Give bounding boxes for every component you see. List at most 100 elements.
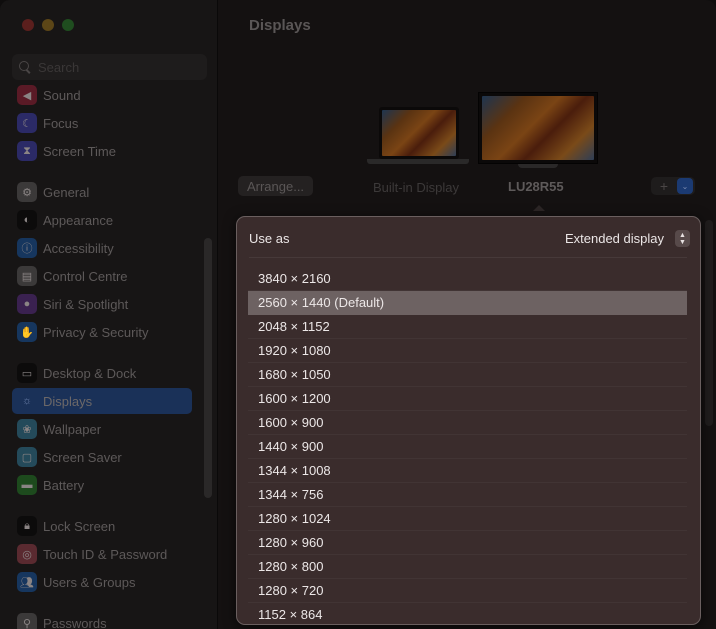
sidebar-item-label: Siri & Spotlight	[43, 296, 129, 312]
use-as-value[interactable]: Extended display	[565, 231, 664, 246]
system-settings-window: ◀ Sound ☾ Focus ⧗ Screen Time ⚙ General ◐ Appeara…	[0, 0, 716, 629]
battery-icon: ▬	[17, 475, 37, 495]
sidebar-item-passwords[interactable]: ⚲ Passwords	[12, 610, 192, 629]
resolution-option[interactable]: 1344 × 1008	[248, 459, 687, 483]
search-icon	[18, 60, 32, 74]
sidebar-item-focus[interactable]: ☾ Focus	[12, 110, 192, 136]
laptop-base	[367, 159, 469, 164]
gear-icon: ⚙	[17, 182, 37, 202]
flower-icon: ❀	[17, 419, 37, 439]
external-display-thumbnail[interactable]	[478, 92, 598, 168]
sidebar-item-touch-id-password[interactable]: ◎ Touch ID & Password	[12, 541, 192, 567]
add-display-button[interactable]: +	[651, 177, 677, 195]
sidebar-item-label: Lock Screen	[43, 518, 116, 534]
sidebar-item-privacy-security[interactable]: ✋ Privacy & Security	[12, 319, 192, 345]
hand-icon: ✋	[17, 322, 37, 342]
sidebar-item-screen-time[interactable]: ⧗ Screen Time	[12, 138, 192, 164]
sidebar-item-users-groups[interactable]: 👥︎ Users & Groups	[12, 569, 192, 595]
accessibility-icon: ⓘ	[17, 238, 37, 258]
monitor-screen	[478, 92, 598, 164]
chevron-down-icon[interactable]: ⌄	[677, 178, 693, 194]
screen-saver-icon: ▢	[17, 447, 37, 467]
sidebar-item-label: Appearance	[43, 212, 114, 228]
sidebar: ◀ Sound ☾ Focus ⧗ Screen Time ⚙ General ◐ Appeara…	[0, 0, 218, 629]
sidebar-item-label: General	[43, 184, 90, 200]
resolution-option[interactable]: 1152 × 864	[248, 603, 687, 624]
key-icon: ⚲	[17, 613, 37, 629]
resolution-list: 3840 × 2160 2560 × 1440 (Default) 2048 × 1…	[248, 267, 687, 624]
monitor-stand	[518, 164, 558, 168]
resolution-option[interactable]: 2560 × 1440 (Default)	[248, 291, 687, 315]
speaker-icon: ◀	[17, 85, 37, 105]
resolution-option[interactable]: 1440 × 900	[248, 435, 687, 459]
add-display-control: + ⌄	[651, 177, 695, 195]
sidebar-item-label: Battery	[43, 477, 85, 493]
built-in-display-label[interactable]: Built-in Display	[373, 180, 459, 195]
sidebar-item-siri-spotlight[interactable]: ● Siri & Spotlight	[12, 291, 192, 317]
sidebar-item-lock-screen[interactable]: 🔒︎ Lock Screen	[12, 513, 192, 539]
sidebar-item-label: Accessibility	[43, 240, 114, 256]
appearance-icon: ◐	[17, 210, 37, 230]
resolution-panel: Use as Extended display ▲ ▼ 3840 × 2160 25…	[236, 216, 701, 625]
lock-icon: 🔒︎	[17, 516, 37, 536]
selection-indicator	[533, 205, 545, 211]
users-icon: 👥︎	[17, 572, 37, 592]
laptop-screen	[379, 107, 459, 159]
resolution-option[interactable]: 1920 × 1080	[248, 339, 687, 363]
sidebar-item-desktop-dock[interactable]: ▭ Desktop & Dock	[12, 360, 192, 386]
sidebar-item-label: Passwords	[43, 615, 107, 629]
sidebar-item-label: Desktop & Dock	[43, 365, 137, 381]
page-title: Displays	[249, 17, 311, 34]
resolution-option[interactable]: 1280 × 1024	[248, 507, 687, 531]
resolution-option[interactable]: 1680 × 1050	[248, 363, 687, 387]
sidebar-item-label: Screen Saver	[43, 449, 122, 465]
sidebar-item-label: Wallpaper	[43, 421, 102, 437]
hourglass-icon: ⧗	[17, 141, 37, 161]
sidebar-item-battery[interactable]: ▬ Battery	[12, 472, 192, 498]
external-display-label[interactable]: LU28R55	[508, 179, 564, 194]
main-content: Displays Arrange... Built-in Display LU2…	[218, 0, 716, 629]
sidebar-item-accessibility[interactable]: ⓘ Accessibility	[12, 235, 192, 261]
search-input[interactable]	[38, 59, 198, 75]
dock-icon: ▭	[17, 363, 37, 383]
resolution-option[interactable]: 1280 × 800	[248, 555, 687, 579]
sidebar-item-label: Screen Time	[43, 143, 116, 159]
resolution-option[interactable]: 1280 × 960	[248, 531, 687, 555]
sidebar-item-general[interactable]: ⚙ General	[12, 179, 192, 205]
sidebar-scrollbar[interactable]	[204, 238, 212, 498]
resolution-option[interactable]: 1344 × 756	[248, 483, 687, 507]
zoom-button[interactable]	[62, 19, 74, 31]
arrange-button[interactable]: Arrange...	[238, 176, 313, 196]
resolution-option[interactable]: 2048 × 1152	[248, 315, 687, 339]
sidebar-item-label: Sound	[43, 87, 81, 103]
moon-icon: ☾	[17, 113, 37, 133]
wallpaper-preview	[382, 110, 456, 156]
sidebar-item-control-centre[interactable]: ▤ Control Centre	[12, 263, 192, 289]
resolution-option[interactable]: 1600 × 900	[248, 411, 687, 435]
fingerprint-icon: ◎	[17, 544, 37, 564]
minimize-button[interactable]	[42, 19, 54, 31]
wallpaper-preview	[482, 96, 594, 160]
main-scrollbar[interactable]	[705, 220, 713, 426]
sun-icon: ☼	[21, 395, 33, 407]
sidebar-list: ◀ Sound ☾ Focus ⧗ Screen Time ⚙ General ◐ Appeara…	[12, 82, 194, 629]
sidebar-item-sound[interactable]: ◀ Sound	[12, 82, 192, 108]
use-as-label: Use as	[249, 231, 290, 246]
search-field[interactable]	[12, 54, 207, 80]
sidebar-item-label: Control Centre	[43, 268, 128, 284]
sidebar-item-label: Focus	[43, 115, 79, 131]
sidebar-item-label: Touch ID & Password	[43, 546, 168, 562]
close-button[interactable]	[22, 19, 34, 31]
sidebar-item-screen-saver[interactable]: ▢ Screen Saver	[12, 444, 192, 470]
sidebar-item-wallpaper[interactable]: ❀ Wallpaper	[12, 416, 192, 442]
resolution-option[interactable]: 3840 × 2160	[248, 267, 687, 291]
sidebar-item-label: Users & Groups	[43, 574, 136, 590]
updown-chevron-icon[interactable]: ▲ ▼	[675, 230, 690, 247]
sidebar-item-label: Privacy & Security	[43, 324, 149, 340]
window-controls	[22, 19, 74, 31]
resolution-option[interactable]: 1280 × 720	[248, 579, 687, 603]
sidebar-item-appearance[interactable]: ◐ Appearance	[12, 207, 192, 233]
resolution-option[interactable]: 1600 × 1200	[248, 387, 687, 411]
siri-icon: ●	[17, 294, 37, 314]
sidebar-item-displays[interactable]: ☼ Displays	[12, 388, 192, 414]
